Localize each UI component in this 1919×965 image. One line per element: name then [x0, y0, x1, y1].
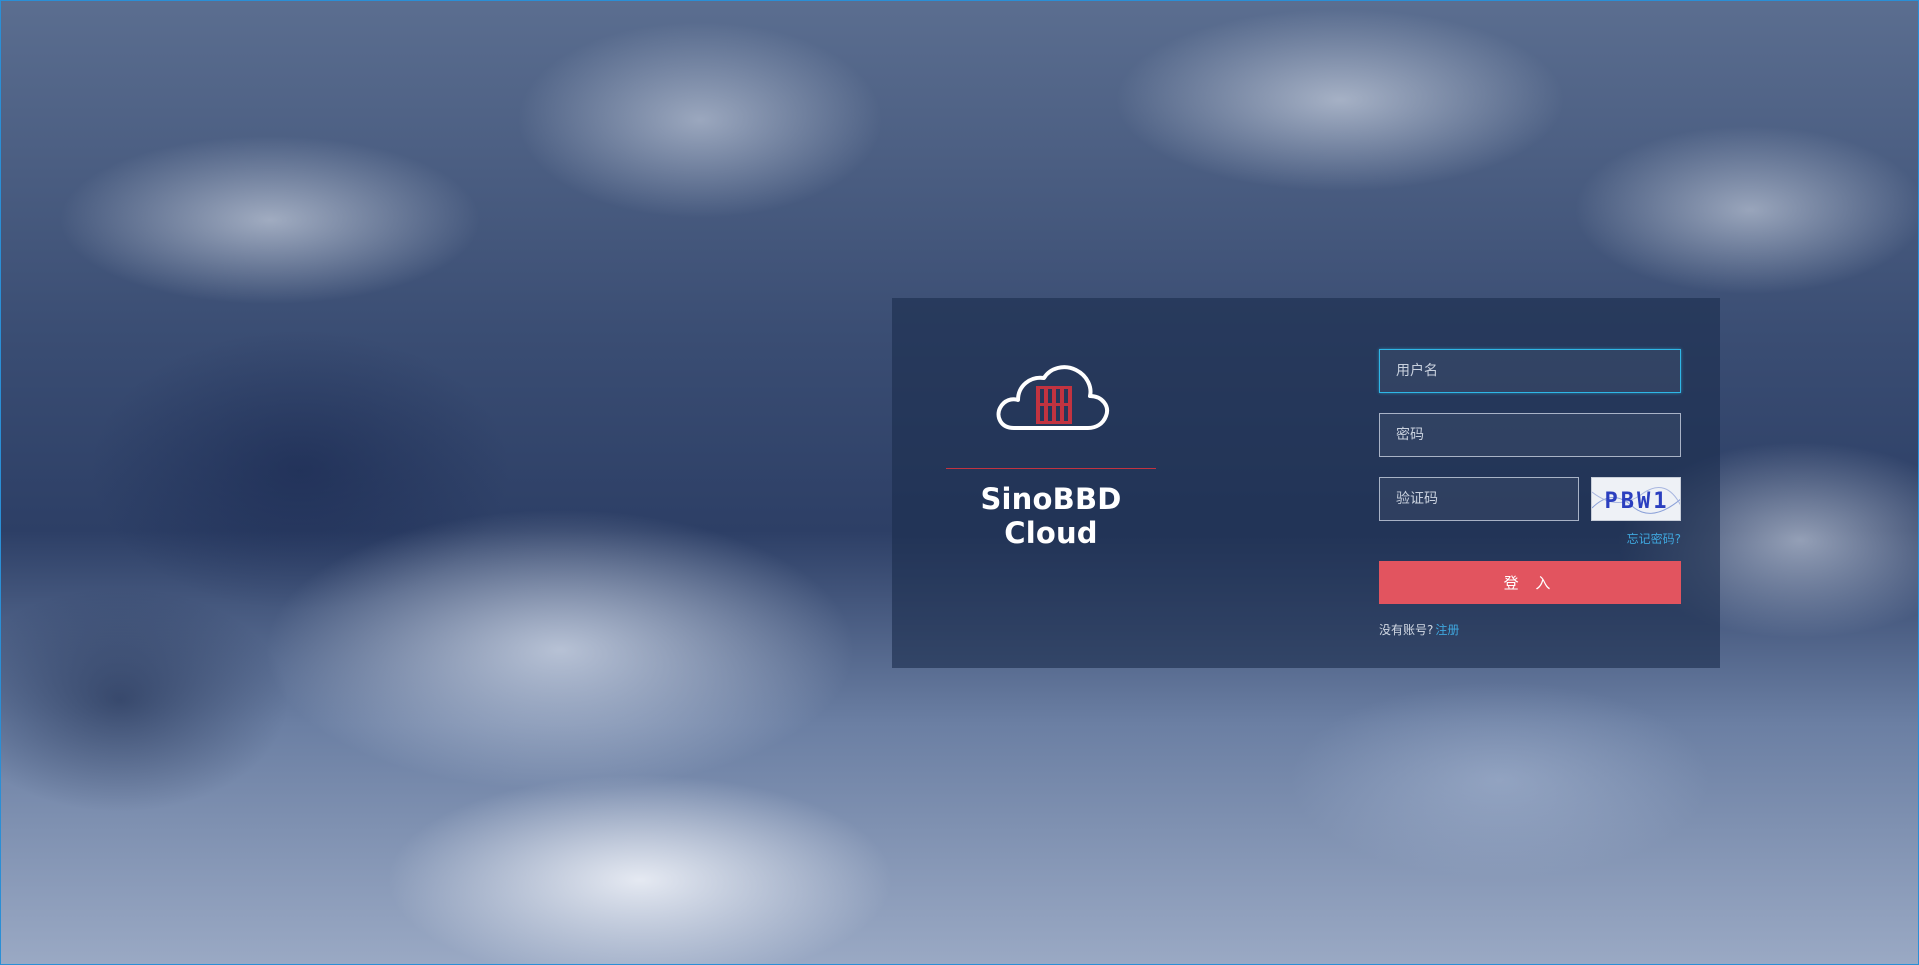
no-account-text: 没有账号?	[1379, 623, 1434, 637]
password-input[interactable]	[1379, 413, 1681, 457]
register-row: 没有账号? 注册	[1379, 622, 1681, 638]
login-button[interactable]: 登 入	[1379, 561, 1681, 604]
captcha-text: PBW1	[1605, 489, 1670, 514]
brand-logo: SinoBBD Cloud	[942, 358, 1160, 550]
captcha-image[interactable]: PBW1	[1591, 477, 1681, 521]
brand-name: SinoBBD Cloud	[980, 482, 1122, 550]
forgot-password-link[interactable]: 忘记密码?	[1379, 531, 1681, 547]
login-panel: SinoBBD Cloud PBW1 忘记密码? 登 入 没有账号?注册	[892, 298, 1720, 668]
login-form: PBW1 忘记密码? 登 入 没有账号?注册	[1379, 349, 1681, 638]
captcha-input[interactable]	[1379, 477, 1579, 521]
register-link[interactable]: 注册	[1435, 623, 1459, 637]
username-input[interactable]	[1379, 349, 1681, 393]
logo-divider	[946, 468, 1156, 469]
captcha-row: PBW1	[1379, 477, 1681, 521]
cloud-building-icon	[996, 365, 1109, 430]
